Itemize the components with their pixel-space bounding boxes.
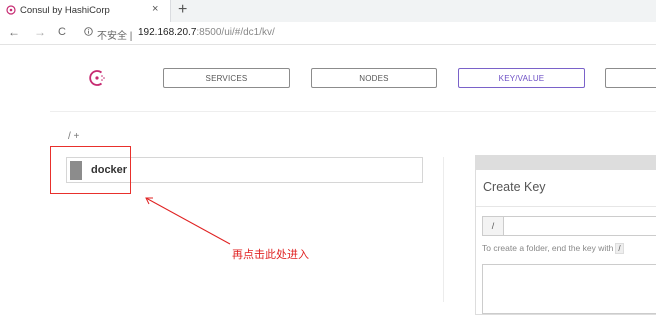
url-host: 192.168.20.7 [138,27,197,38]
nav-nodes-button[interactable]: NODES [311,68,437,88]
help-text-label: To create a folder, end the key with [482,243,614,253]
url-field[interactable]: 192.168.20.7:8500/ui/#/dc1/kv/ [138,27,275,38]
new-tab-icon[interactable]: + [178,0,187,20]
info-icon[interactable] [84,27,93,36]
back-arrow-icon[interactable]: ← [8,25,20,39]
nav-services-button[interactable]: SERVICES [163,68,290,88]
help-text: To create a folder, end the key with / [482,243,624,254]
tab-title: Consul by HashiCorp [20,5,110,16]
annotation-text: 再点击此处进入 [232,248,309,261]
highlight-box [50,146,131,194]
panel-divider [476,206,656,207]
consul-logo-icon[interactable] [88,68,108,88]
panel-header-bar [476,156,656,170]
url-path: :8500/ui/#/dc1/kv/ [196,27,275,38]
reload-icon[interactable]: C [58,26,66,38]
forward-arrow-icon[interactable]: → [34,25,46,39]
value-textarea[interactable] [482,264,656,314]
browser-tab-bar: Consul by HashiCorp × + [0,0,656,23]
header-divider [50,111,656,112]
column-divider [443,157,444,302]
browser-tab[interactable]: Consul by HashiCorp × [0,0,171,22]
nav-more-button[interactable] [605,68,656,88]
address-bar: ← → C 不安全 | 192.168.20.7:8500/ui/#/dc1/k… [0,22,656,45]
close-icon[interactable]: × [152,3,158,15]
help-code: / [615,243,624,254]
panel-title: Create Key [483,180,546,194]
key-prefix: / [483,217,504,235]
key-input-group[interactable]: / [482,216,656,236]
create-key-panel: Create Key / To create a folder, end the… [475,155,656,315]
nav-keyvalue-button[interactable]: KEY/VALUE [458,68,585,88]
insecure-label: 不安全 | [97,31,133,42]
breadcrumb[interactable]: / + [68,131,79,142]
consul-favicon-icon [6,5,16,15]
